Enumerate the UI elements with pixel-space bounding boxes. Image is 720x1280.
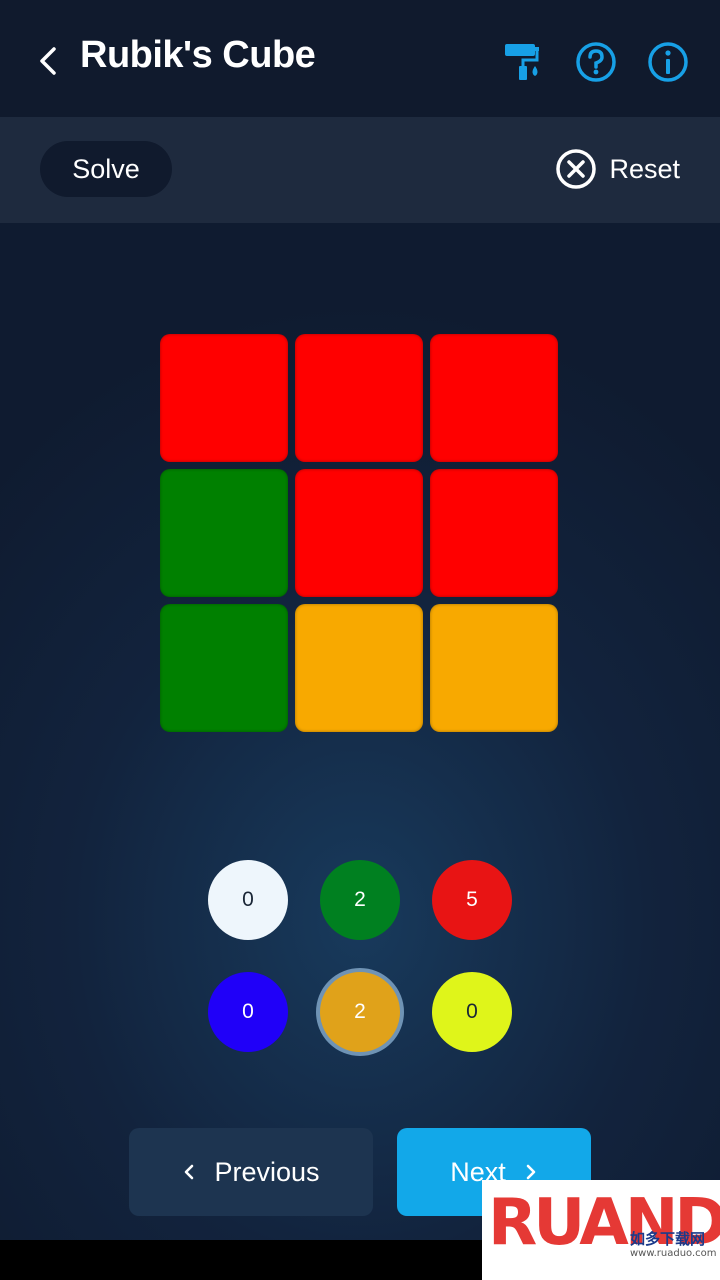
cube-cell[interactable]	[295, 469, 423, 597]
watermark-logo: RUANDADUO 如多下载网 www.ruaduo.com	[482, 1180, 720, 1280]
color-counter[interactable]: 0	[208, 860, 288, 940]
chevron-left-icon	[185, 1164, 194, 1180]
info-button[interactable]	[644, 38, 692, 86]
cube-cell[interactable]	[160, 469, 288, 597]
cube-cell[interactable]	[295, 334, 423, 462]
paint-roller-icon	[505, 44, 539, 80]
solve-button[interactable]: Solve	[40, 141, 172, 197]
theme-button[interactable]	[498, 38, 546, 86]
info-icon	[648, 42, 688, 82]
color-counter[interactable]: 5	[432, 860, 512, 940]
cube-face-grid	[160, 334, 560, 734]
color-counter[interactable]: 2	[320, 860, 400, 940]
chevron-right-icon	[526, 1164, 536, 1180]
action-toolbar: Solve Reset	[0, 117, 720, 223]
color-counter[interactable]: 0	[432, 972, 512, 1052]
app-header: Rubik's Cube	[0, 0, 720, 117]
cube-cell[interactable]	[430, 469, 558, 597]
color-counter[interactable]: 2	[316, 968, 404, 1056]
cube-cell[interactable]	[160, 604, 288, 732]
color-counter[interactable]: 0	[208, 972, 288, 1052]
cube-cell[interactable]	[430, 334, 558, 462]
watermark-cn-text: 如多下载网	[630, 1230, 706, 1248]
back-button[interactable]	[28, 38, 68, 84]
help-button[interactable]	[572, 38, 620, 86]
cube-cell[interactable]	[430, 604, 558, 732]
app-screen: Rubik's Cube Solve Reset 0 2 5 0 2 0 Pre…	[0, 0, 720, 1240]
cube-cell[interactable]	[160, 334, 288, 462]
reset-label: Reset	[609, 153, 680, 184]
watermark-url: www.ruaduo.com	[630, 1248, 717, 1259]
reset-button[interactable]: Reset	[555, 141, 680, 197]
cube-cell[interactable]	[295, 604, 423, 732]
page-title: Rubik's Cube	[80, 34, 316, 76]
previous-label: Previous	[214, 1156, 320, 1187]
close-circle-icon	[556, 149, 597, 189]
help-icon	[576, 42, 616, 82]
back-arrow-icon	[40, 47, 56, 75]
previous-button[interactable]: Previous	[129, 1128, 373, 1216]
